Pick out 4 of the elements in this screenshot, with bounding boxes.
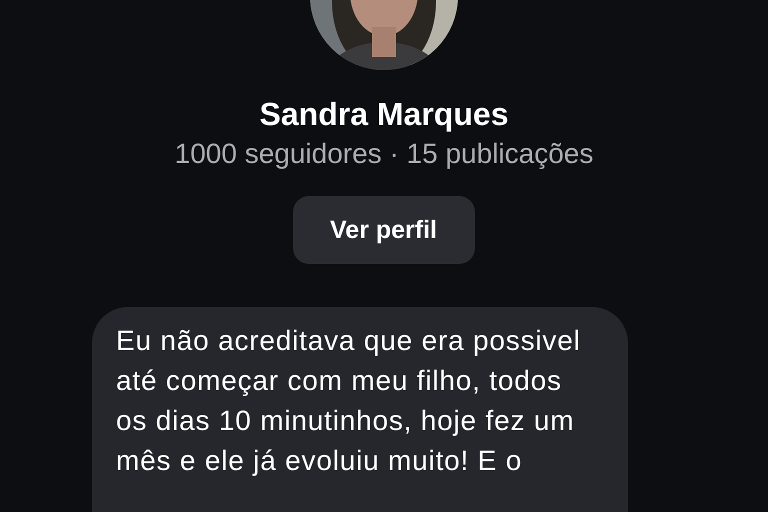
message-text: Eu não acreditava que era possivel até começar com meu filho, todos os dias 10 minutinhos, hoje fez um mês e ele já evoluiu muito! E o bbox=[116, 324, 582, 478]
profile-name: Sandra Marques bbox=[260, 95, 508, 133]
view-profile-button[interactable]: Ver perfil bbox=[292, 196, 474, 264]
profile-stats: 1000 seguidores · 15 publicações bbox=[174, 137, 594, 171]
